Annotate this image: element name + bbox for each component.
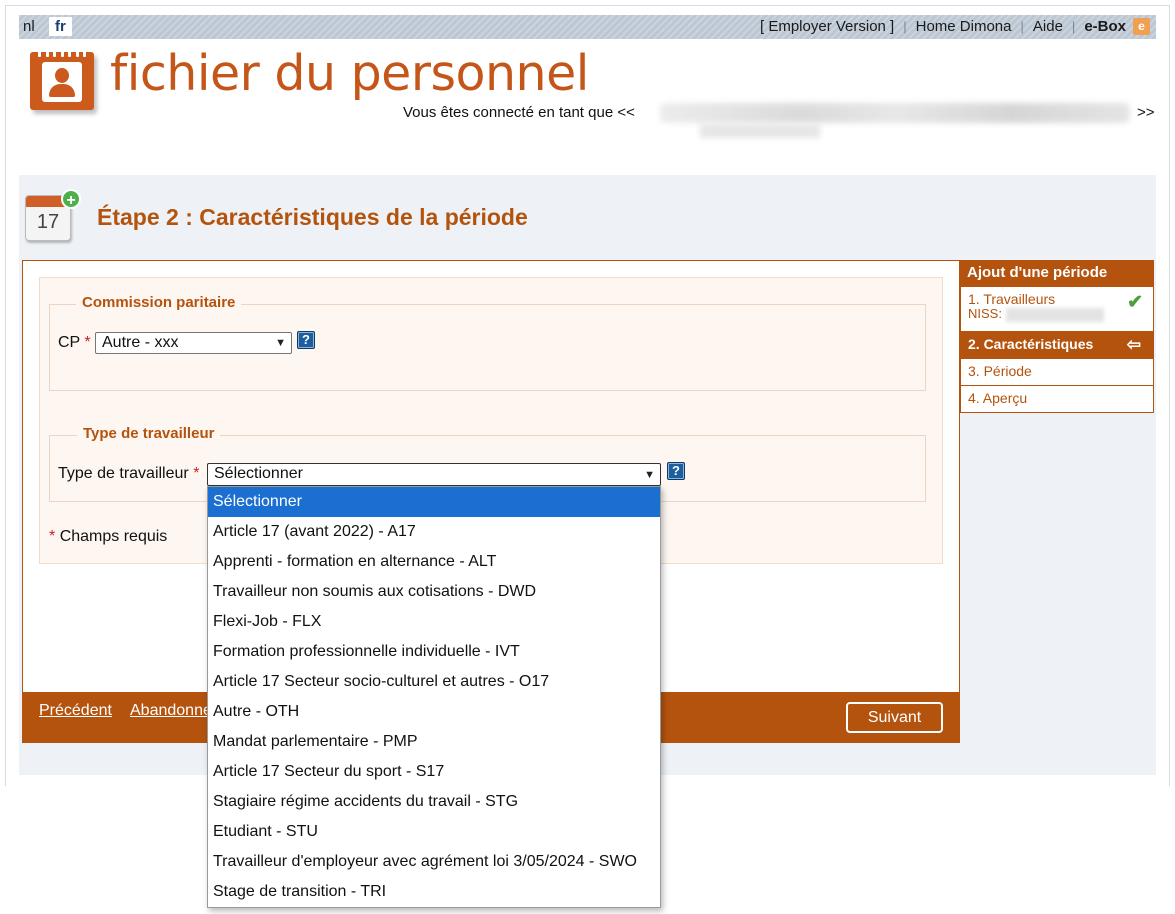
wizard-step-label: 3. Période xyxy=(968,363,1032,379)
separator: | xyxy=(1020,19,1024,34)
dropdown-option[interactable]: Stagiaire régime accidents du travail - … xyxy=(208,787,660,817)
worker-type-dropdown-list: Sélectionner Article 17 (avant 2022) - A… xyxy=(207,486,661,908)
cp-label-text: CP xyxy=(58,334,80,351)
next-button[interactable]: Suivant xyxy=(846,702,943,733)
section-title-worker: Type de travailleur xyxy=(77,425,221,442)
top-links: [ Employer Version ] | Home Dimona | Aid… xyxy=(760,18,1150,35)
required-fields-text: Champs requis xyxy=(59,528,168,545)
user-identity-redacted xyxy=(660,103,1130,123)
dropdown-option[interactable]: Formation professionnelle individuelle -… xyxy=(208,637,660,667)
required-star: * xyxy=(49,528,56,545)
dropdown-option[interactable]: Stage de transition - TRI xyxy=(208,877,660,907)
ebox-icon[interactable]: e xyxy=(1133,18,1150,35)
top-bar: nl fr [ Employer Version ] | Home Dimona… xyxy=(19,15,1156,39)
dropdown-option[interactable]: Travailleur non soumis aux cotisations -… xyxy=(208,577,660,607)
home-dimona-link[interactable]: Home Dimona xyxy=(916,18,1012,35)
dropdown-option[interactable]: Flexi-Job - FLX xyxy=(208,607,660,637)
cp-label: CP * xyxy=(58,334,91,352)
wizard-step-caracteristiques: 2. Caractéristiques ⇦ xyxy=(960,332,1154,359)
employer-version-link[interactable]: [ Employer Version ] xyxy=(760,18,894,35)
dropdown-option[interactable]: Mandat parlementaire - PMP xyxy=(208,727,660,757)
dropdown-option[interactable]: Article 17 (avant 2022) - A17 xyxy=(208,517,660,547)
page-title: Étape 2 : Caractéristiques de la période xyxy=(97,204,528,230)
user-identity-redacted xyxy=(700,124,820,138)
checkmark-icon: ✔ xyxy=(1127,292,1143,313)
abandon-link[interactable]: Abandonner xyxy=(130,702,217,720)
plus-icon: + xyxy=(61,189,81,209)
wizard-step-label: 1. Travailleurs xyxy=(968,291,1056,307)
cp-select-value: Autre - xxx xyxy=(102,334,179,351)
dropdown-option[interactable]: Article 17 Secteur socio-culturel et aut… xyxy=(208,667,660,697)
worker-type-label: Type de travailleur * xyxy=(58,465,199,483)
chevron-down-icon: ▼ xyxy=(275,337,286,349)
help-icon[interactable]: ? xyxy=(297,331,315,349)
section-title-cp: Commission paritaire xyxy=(76,294,242,311)
dropdown-option[interactable]: Travailleur d'employeur avec agrément lo… xyxy=(208,847,660,877)
wizard-step-apercu[interactable]: 4. Aperçu xyxy=(960,386,1154,413)
dropdown-option[interactable]: Apprenti - formation en alternance - ALT xyxy=(208,547,660,577)
chevron-down-icon: ▼ xyxy=(644,469,655,481)
wizard-steps: Ajout d'une période 1. Travailleurs NISS… xyxy=(960,260,1154,413)
niss-label: NISS: xyxy=(968,306,1002,321)
dropdown-option[interactable]: Etudiant - STU xyxy=(208,817,660,847)
ebox-link[interactable]: e-Box xyxy=(1084,18,1126,35)
wizard-step-travailleurs[interactable]: 1. Travailleurs NISS: ✔ xyxy=(960,287,1154,332)
language-fr-link[interactable]: fr xyxy=(49,17,72,36)
wizard-step-label: 4. Aperçu xyxy=(968,390,1028,406)
worker-type-label-text: Type de travailleur xyxy=(58,465,189,482)
required-fields-note: * Champs requis xyxy=(49,528,167,546)
connected-as-suffix: >> xyxy=(1137,104,1155,121)
wizard-step-label: 2. Caractéristiques xyxy=(968,336,1094,352)
required-star: * xyxy=(84,334,91,351)
worker-type-select-value: Sélectionner xyxy=(214,465,303,482)
separator: | xyxy=(903,19,907,34)
wizard-title: Ajout d'une période xyxy=(960,260,1154,287)
calendar-number: 17 xyxy=(36,211,60,233)
worker-type-select[interactable]: Sélectionner ▼ xyxy=(207,463,661,486)
dropdown-option[interactable]: Article 17 Secteur du sport - S17 xyxy=(208,757,660,787)
previous-link[interactable]: Précédent xyxy=(39,702,112,720)
app-title: fichier du personnel xyxy=(110,45,589,102)
niss-redacted xyxy=(1005,307,1104,322)
dropdown-option[interactable]: Sélectionner xyxy=(208,487,660,517)
help-icon[interactable]: ? xyxy=(667,462,685,480)
wizard-step-periode[interactable]: 3. Période xyxy=(960,359,1154,386)
dropdown-option[interactable]: Autre - OTH xyxy=(208,697,660,727)
language-nl-link[interactable]: nl xyxy=(23,18,35,35)
person-card-icon xyxy=(30,47,94,110)
connected-as-text: Vous êtes connecté en tant que << xyxy=(403,104,635,121)
arrow-left-icon: ⇦ xyxy=(1126,335,1141,354)
cp-select[interactable]: Autre - xxx ▼ xyxy=(95,332,292,354)
required-star: * xyxy=(193,465,200,482)
separator: | xyxy=(1071,19,1076,34)
aide-link[interactable]: Aide xyxy=(1033,18,1063,35)
